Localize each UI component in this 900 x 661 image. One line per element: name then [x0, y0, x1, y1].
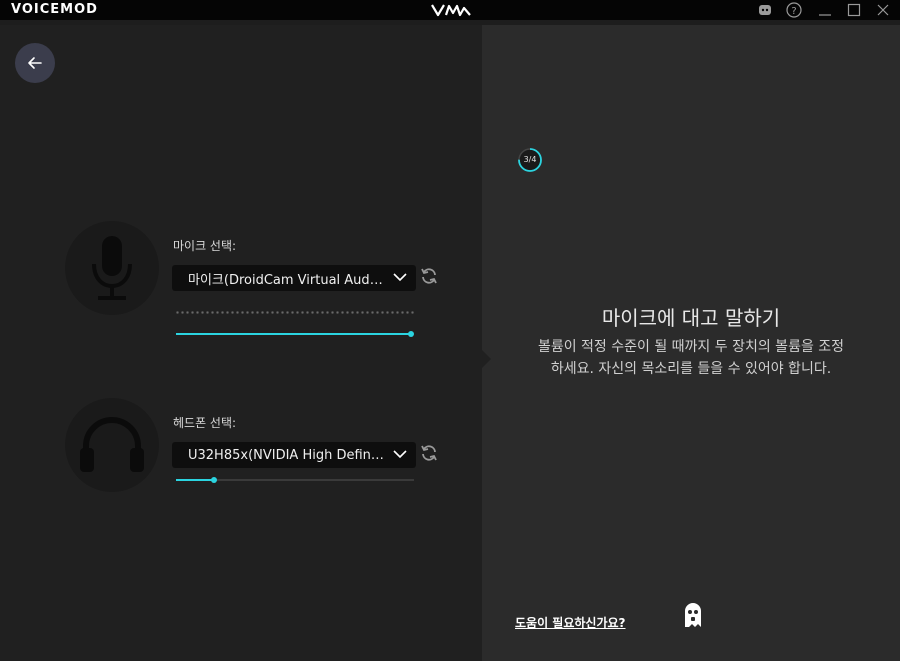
headphones-select[interactable]: U32H85x(NVIDIA High Definition Audio) [172, 442, 416, 468]
microphone-level-meter [175, 311, 415, 314]
refresh-icon[interactable] [420, 444, 438, 462]
ghost-icon[interactable] [682, 601, 704, 629]
arrow-left-icon [28, 57, 42, 69]
discord-icon[interactable] [756, 2, 774, 18]
panel-pointer [481, 349, 491, 369]
svg-text:?: ? [791, 6, 796, 17]
device-settings-panel: 마이크 선택: 마이크(DroidCam Virtual Audio) 헤드폰 … [0, 25, 482, 661]
headphones-select-label: 헤드폰 선택: [173, 416, 237, 430]
microphone-selected-value: 마이크(DroidCam Virtual Audio) [188, 272, 384, 288]
wizard-panel: 3/4 마이크에 대고 말하기 볼륨이 적정 수준이 될 때까지 두 장치의 볼… [481, 25, 900, 661]
microphone-volume-slider[interactable] [176, 331, 414, 337]
back-button[interactable] [15, 43, 55, 83]
microphone-avatar [65, 221, 159, 315]
microphone-select-label: 마이크 선택: [173, 239, 237, 253]
title-bar: VOICEMOD ? [0, 0, 900, 20]
help-icon[interactable]: ? [785, 2, 803, 18]
headphones-icon [80, 417, 144, 472]
maximize-icon[interactable] [845, 2, 863, 18]
microphone-icon [92, 236, 132, 300]
step-indicator: 3/4 [517, 147, 543, 173]
chevron-down-icon [393, 450, 407, 459]
headphones-volume-fill [176, 479, 214, 481]
microphone-volume-thumb[interactable] [408, 331, 414, 337]
headphones-selected-value: U32H85x(NVIDIA High Definition Audio) [188, 447, 384, 463]
help-link[interactable]: 도움이 필요하신가요? [515, 614, 626, 631]
chevron-down-icon [393, 273, 407, 282]
wizard-title: 마이크에 대고 말하기 [601, 306, 781, 330]
app-brand: VOICEMOD [11, 2, 98, 17]
vm-logo-icon [431, 4, 471, 17]
refresh-icon[interactable] [420, 267, 438, 285]
wizard-description: 볼륨이 적정 수준이 될 때까지 두 장치의 볼륨을 조정하세요. 자신의 목소… [537, 339, 845, 377]
microphone-volume-fill [176, 333, 411, 335]
microphone-select[interactable]: 마이크(DroidCam Virtual Audio) [172, 265, 416, 291]
headphones-volume-thumb[interactable] [211, 477, 217, 483]
headphones-avatar [65, 398, 159, 492]
voicemod-window: VOICEMOD ? 마이크 선택: 마이크(DroidCam Virtual … [0, 0, 900, 661]
step-counter: 3/4 [523, 155, 537, 164]
minimize-icon[interactable] [816, 2, 834, 18]
headphones-volume-slider[interactable] [176, 477, 414, 483]
close-icon[interactable] [874, 2, 892, 18]
